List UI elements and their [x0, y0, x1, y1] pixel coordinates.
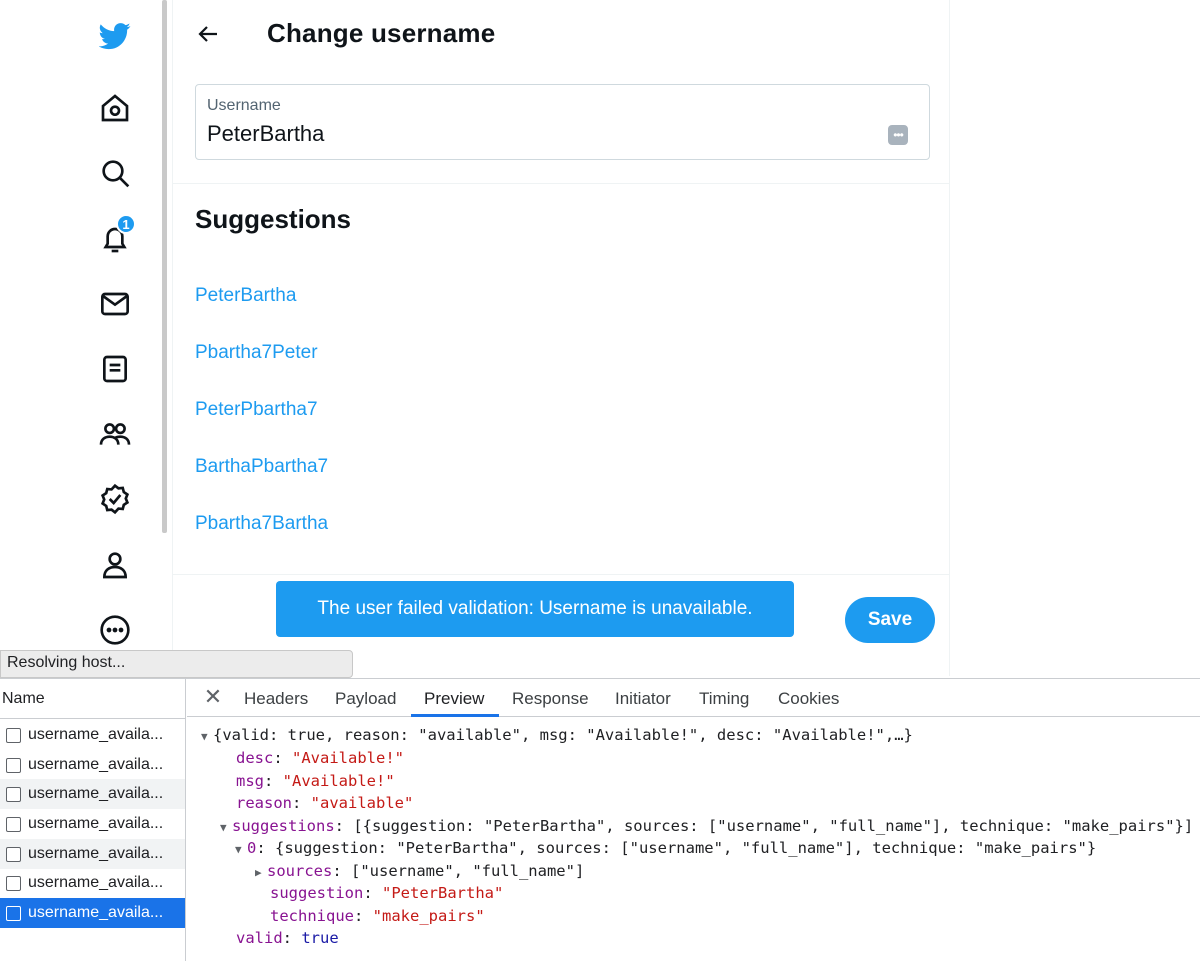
username-field[interactable]: Username PeterBartha ••• [195, 84, 930, 160]
json-line: valid: true [236, 929, 339, 947]
checkbox[interactable] [6, 816, 21, 832]
status-bubble: Resolving host... [0, 650, 353, 678]
tab-cookies[interactable]: Cookies [778, 689, 839, 709]
json-key: technique [270, 907, 354, 925]
request-name: username_availa... [28, 874, 164, 891]
json-line[interactable]: ▼ suggestions: [{suggestion: "PeterBartha… [220, 815, 1193, 840]
json-value: "available" [310, 794, 414, 812]
twitter-bird-icon[interactable] [96, 16, 134, 54]
request-name: username_availa... [28, 845, 164, 862]
page-title: Change username [267, 18, 496, 48]
json-line[interactable]: ▶ sources: ["username", "full_name"] [255, 860, 584, 885]
json-root-summary: {valid: true, reason: "available", msg: … [213, 726, 913, 744]
json-key: suggestion [270, 884, 364, 902]
expanded-triangle-icon[interactable]: ▼ [201, 726, 213, 749]
suggestion-link[interactable]: BarthaPbartha7 [195, 455, 328, 512]
request-row[interactable]: username_availa... [0, 809, 185, 839]
username-input[interactable]: PeterBartha [207, 121, 324, 147]
json-key: sources [267, 862, 333, 880]
json-value: [{suggestion: "PeterBartha", sources: ["… [353, 817, 1194, 835]
json-key: reason [236, 794, 292, 812]
verified-icon[interactable] [96, 480, 134, 518]
json-key: desc [236, 749, 274, 767]
suggestion-link[interactable]: PeterPbartha7 [195, 398, 328, 455]
devtools-tab-bar: ✕ Headers Payload Preview Response Initi… [187, 679, 1200, 717]
json-line: reason: "available" [236, 794, 414, 812]
checkbox[interactable] [6, 757, 21, 773]
profile-icon[interactable] [96, 546, 134, 584]
tab-preview[interactable]: Preview [424, 689, 484, 709]
mail-icon[interactable] [96, 285, 134, 323]
request-name: username_availa... [28, 785, 164, 802]
nav-scrollbar[interactable] [162, 0, 167, 533]
list-icon[interactable] [96, 350, 134, 388]
checkbox[interactable] [6, 875, 21, 891]
suggestion-link[interactable]: Pbartha7Peter [195, 341, 328, 398]
search-icon[interactable] [96, 154, 134, 192]
checkbox[interactable] [6, 846, 21, 862]
request-row-selected[interactable]: username_availa... [0, 898, 185, 928]
tab-payload[interactable]: Payload [335, 689, 396, 709]
tab-response[interactable]: Response [512, 689, 589, 709]
autofill-ellipsis-icon[interactable]: ••• [888, 125, 908, 145]
json-key: 0 [247, 839, 257, 857]
username-label: Username [207, 97, 281, 114]
suggestion-link[interactable]: Pbartha7Bartha [195, 512, 328, 569]
home-icon[interactable] [96, 89, 134, 127]
suggestions-heading: Suggestions [195, 204, 352, 234]
suggestion-link[interactable]: PeterBartha [195, 284, 328, 341]
json-line: technique: "make_pairs" [270, 907, 485, 925]
error-toast: The user failed validation: Username is … [276, 581, 794, 637]
request-name: username_availa... [28, 904, 164, 921]
json-preview: ▼ {valid: true, reason: "available", msg:… [187, 719, 1200, 961]
json-value: {suggestion: "PeterBartha", sources: ["u… [275, 839, 1097, 857]
json-line: desc: "Available!" [236, 749, 404, 767]
json-value: "Available!" [282, 772, 395, 790]
expanded-triangle-icon[interactable]: ▼ [235, 839, 247, 862]
json-value: true [301, 929, 339, 947]
json-value: "Available!" [292, 749, 404, 767]
divider [173, 183, 949, 184]
json-line[interactable]: ▼ 0: {suggestion: "PeterBartha", sources:… [235, 837, 1096, 862]
name-column-header[interactable]: Name [0, 679, 186, 719]
back-arrow-icon[interactable] [193, 18, 225, 50]
tab-headers[interactable]: Headers [244, 689, 308, 709]
left-nav: 1 [0, 0, 172, 650]
json-line: suggestion: "PeterBartha" [270, 884, 504, 902]
request-name: username_availa... [28, 726, 164, 743]
json-value: "PeterBartha" [382, 884, 504, 902]
checkbox[interactable] [6, 786, 21, 802]
checkbox[interactable] [6, 727, 21, 743]
json-value: ["username", "full_name"] [351, 862, 585, 880]
communities-icon[interactable] [96, 415, 134, 453]
json-value: "make_pairs" [372, 907, 485, 925]
divider [173, 574, 949, 575]
request-name: username_availa... [28, 756, 164, 773]
more-icon[interactable] [96, 611, 134, 649]
tab-initiator[interactable]: Initiator [615, 689, 671, 709]
request-row[interactable]: username_availa... [0, 720, 185, 750]
notification-badge: 1 [116, 214, 136, 234]
main-column: Change username Username PeterBartha •••… [172, 0, 950, 676]
json-key: valid [236, 929, 283, 947]
active-tab-indicator [411, 714, 499, 717]
json-key: msg [236, 772, 264, 790]
save-button[interactable]: Save [845, 597, 935, 643]
request-list: Name username_availa... username_availa.… [0, 679, 186, 961]
tab-timing[interactable]: Timing [699, 689, 749, 709]
devtools-network-panel: Name username_availa... username_availa.… [0, 678, 1200, 961]
json-line: msg: "Available!" [236, 772, 395, 790]
collapsed-triangle-icon[interactable]: ▶ [255, 862, 267, 885]
request-row[interactable]: username_availa... [0, 750, 185, 780]
request-name: username_availa... [28, 815, 164, 832]
request-row[interactable]: username_availa... [0, 779, 185, 809]
json-root-line[interactable]: ▼ {valid: true, reason: "available", msg:… [201, 724, 913, 749]
suggestion-list: PeterBartha Pbartha7Peter PeterPbartha7 … [195, 284, 328, 569]
json-key: suggestions [232, 817, 335, 835]
request-row[interactable]: username_availa... [0, 839, 185, 869]
expanded-triangle-icon[interactable]: ▼ [220, 817, 232, 840]
close-icon[interactable]: ✕ [201, 684, 225, 709]
checkbox[interactable] [6, 905, 21, 921]
request-row[interactable]: username_availa... [0, 868, 185, 898]
